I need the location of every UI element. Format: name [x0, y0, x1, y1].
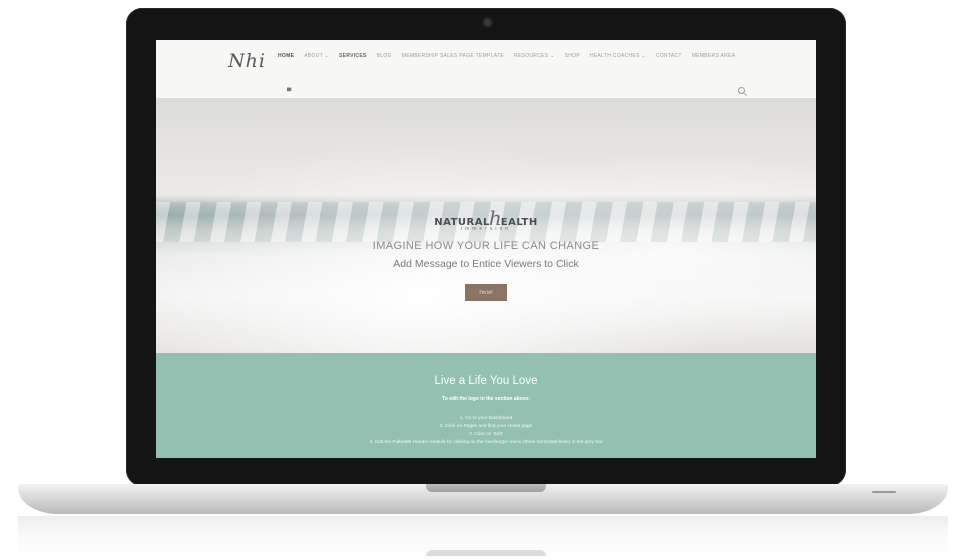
instructions-list: 1. Go to your Dashboard 2. Click on Page… — [156, 415, 816, 447]
laptop-screen: Nhi HOME ABOUT ⌄ SERVICES BLOG MEMBERSHI… — [156, 40, 816, 458]
instruction-step: 1. Go to your Dashboard — [459, 416, 513, 421]
laptop-opening-notch — [426, 484, 546, 492]
webcam — [484, 19, 491, 26]
instruction-step: 3. Click on 'Edit' — [469, 432, 503, 437]
reflection-notch — [426, 550, 546, 556]
instruction-step: 4. Edit the Fullwidth Header module by c… — [369, 440, 603, 445]
laptop-side-slot — [872, 491, 896, 493]
nav-membership-sales-page-template[interactable]: MEMBERSHIP SALES PAGE TEMPLATE — [402, 53, 504, 59]
intro-section: Live a Life You Love To edit the logo in… — [156, 353, 816, 458]
instruction-step: 2. Click on Pages and find your Home pag… — [439, 424, 533, 429]
nav-contact[interactable]: CONTACT — [656, 53, 682, 59]
nav-home[interactable]: HOME — [278, 53, 294, 59]
hero-subheading: Add Message to Entice Viewers to Click — [393, 258, 579, 270]
nav-services[interactable]: SERVICES — [339, 53, 367, 59]
nav-about[interactable]: ABOUT ⌄ — [304, 53, 329, 59]
nav-resources[interactable]: RESOURCES ⌄ — [514, 53, 555, 59]
site-header: Nhi HOME ABOUT ⌄ SERVICES BLOG MEMBERSHI… — [156, 40, 816, 98]
nav-blog[interactable]: BLOG — [377, 53, 392, 59]
hero-heading: IMAGINE HOW YOUR LIFE CAN CHANGE — [372, 240, 600, 252]
cta-button[interactable]: I'm in! — [465, 284, 507, 301]
nav-members-area[interactable]: MEMBERS AREA — [692, 53, 736, 59]
main-nav: HOME ABOUT ⌄ SERVICES BLOG MEMBERSHIP SA… — [278, 53, 748, 59]
cart-icon[interactable]: ▀ — [287, 89, 291, 95]
hero-section: NATURALhEALTH immersion IMAGINE HOW YOUR… — [156, 98, 816, 353]
search-icon[interactable] — [738, 87, 745, 94]
site-logo[interactable]: Nhi — [228, 50, 266, 72]
nav-shop[interactable]: SHOP — [565, 53, 580, 59]
nav-health-coaches[interactable]: HEALTH COACHES ⌄ — [590, 53, 646, 59]
section-title: Live a Life You Love — [434, 375, 538, 387]
instructions-title: To edit the logo in the section above: — [442, 396, 530, 402]
brand-immersion-text: immersion — [460, 226, 512, 232]
